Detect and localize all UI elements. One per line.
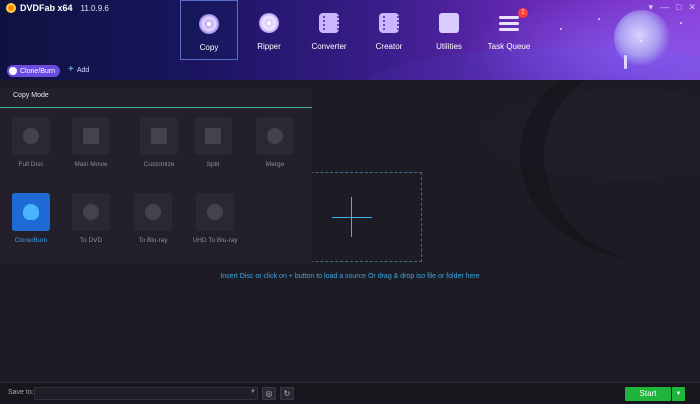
chevron-down-icon[interactable]: ▼	[250, 389, 256, 395]
menu-dropdown-icon[interactable]: ▾	[648, 2, 653, 13]
tab-converter[interactable]: Converter	[300, 0, 358, 60]
task-queue-icon	[499, 13, 519, 33]
mode-customize[interactable]: Customize	[128, 117, 190, 168]
minimize-icon[interactable]: —	[660, 2, 669, 13]
app-logo: DVDFab x64 11.0.9.6	[6, 3, 109, 13]
mode-to-bluray[interactable]: To Blu-ray	[122, 193, 184, 244]
mode-uhd-to-bluray[interactable]: UHD To Blu-ray	[184, 193, 246, 244]
split-icon	[205, 128, 221, 144]
disc-copy-icon	[199, 14, 219, 34]
app-window: DVDFab x64 11.0.9.6 ▾ — □ ✕ Copy Ripper …	[0, 0, 700, 404]
uhd-icon	[207, 204, 223, 220]
folder-utilities-icon	[439, 13, 459, 33]
tab-copy[interactable]: Copy	[180, 0, 238, 60]
background-decoration	[520, 80, 700, 260]
header: DVDFab x64 11.0.9.6 ▾ — □ ✕ Copy Ripper …	[0, 0, 700, 80]
mode-split[interactable]: Split	[182, 117, 244, 168]
maximize-icon[interactable]: □	[676, 2, 681, 13]
window-controls: ▾ — □ ✕	[648, 2, 696, 13]
iso-folder-icon[interactable]: ◎	[262, 387, 276, 400]
edit-icon	[151, 128, 167, 144]
tab-utilities[interactable]: Utilities	[420, 0, 478, 60]
bottom-bar: Save to: ▼ ◎ ↻ Start ▼	[0, 382, 700, 404]
save-to-label: Save to:	[8, 389, 34, 396]
mode-to-dvd[interactable]: To DVD	[60, 193, 122, 244]
tab-ripper[interactable]: Ripper	[240, 0, 298, 60]
film-icon	[83, 128, 99, 144]
app-name: DVDFab x64	[20, 3, 73, 13]
start-dropdown-icon[interactable]: ▼	[672, 387, 685, 401]
mode-main-movie[interactable]: Main Movie	[60, 117, 122, 168]
refresh-icon[interactable]: ↻	[280, 387, 294, 400]
tab-creator[interactable]: Creator	[360, 0, 418, 60]
clone-mode-icon	[9, 67, 17, 75]
copy-mode-title: Copy Mode	[0, 87, 312, 108]
copy-mode-panel: Copy Mode Full Disc Main Movie Customize…	[0, 87, 312, 265]
add-source-plus-icon	[351, 197, 352, 237]
dvdfab-logo-icon	[6, 3, 16, 13]
start-button[interactable]: Start	[625, 387, 671, 401]
disc-icon	[23, 128, 39, 144]
bluray-icon	[145, 204, 161, 220]
task-count-badge: 1	[518, 8, 528, 18]
figure-decoration	[624, 55, 627, 69]
add-source-button[interactable]: + Add	[68, 64, 89, 75]
mode-merge[interactable]: Merge	[244, 117, 306, 168]
moon-decoration	[614, 10, 670, 66]
mode-full-disc[interactable]: Full Disc	[0, 117, 62, 168]
tab-task-queue[interactable]: Task Queue 1	[480, 0, 538, 60]
merge-icon	[267, 128, 283, 144]
app-version: 11.0.9.6	[80, 3, 109, 13]
dvd-icon	[83, 204, 99, 220]
mode-clone-burn[interactable]: Clone/Burn	[0, 193, 62, 244]
plus-icon: +	[68, 64, 74, 75]
clone-burn-mode-button[interactable]: Clone/Burn	[7, 65, 61, 77]
disc-ripper-icon	[259, 13, 279, 33]
close-icon[interactable]: ✕	[688, 2, 696, 13]
flame-disc-icon	[23, 204, 39, 220]
save-to-path-field[interactable]	[34, 387, 258, 400]
main-nav: Copy Ripper Converter Creator Utilities …	[180, 0, 540, 60]
film-converter-icon	[319, 13, 339, 33]
film-creator-icon	[379, 13, 399, 33]
drop-hint-text: Insert Disc or click on + button to load…	[220, 273, 480, 280]
